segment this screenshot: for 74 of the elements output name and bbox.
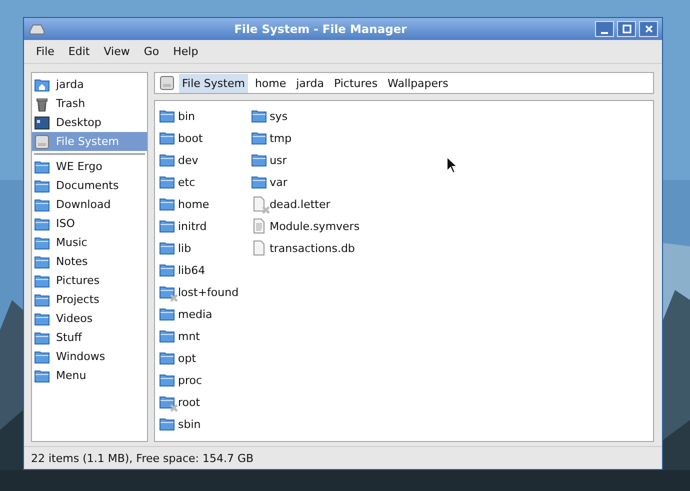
file-name[interactable]: opt <box>178 352 196 364</box>
folder-icon <box>34 178 50 194</box>
path-button[interactable]: File System <box>179 74 248 92</box>
sidebar-item[interactable]: Notes <box>32 252 147 271</box>
sidebar-item[interactable]: ISO <box>32 214 147 233</box>
file-name[interactable]: lost+found <box>178 286 239 298</box>
sidebar-item[interactable]: Pictures <box>32 271 147 290</box>
path-button[interactable]: Pictures <box>330 74 381 92</box>
close-button[interactable] <box>639 21 658 37</box>
file-name[interactable]: Module.symvers <box>270 220 360 232</box>
file-name[interactable]: etc <box>178 176 196 188</box>
file-name[interactable]: media <box>178 308 212 320</box>
folder-icon <box>34 254 50 270</box>
sidebar-item[interactable]: Desktop <box>32 113 147 132</box>
maximize-button[interactable] <box>617 21 636 37</box>
folder-icon <box>34 196 50 212</box>
file-name[interactable]: lib <box>178 242 192 254</box>
sidebar-item[interactable]: Download <box>32 195 147 214</box>
window-title: File System - File Manager <box>233 22 408 36</box>
file-name[interactable]: usr <box>270 154 287 166</box>
drive-icon <box>28 23 46 35</box>
maximize-icon <box>622 24 632 34</box>
file-name[interactable]: sys <box>270 110 288 122</box>
folder-icon <box>34 368 50 384</box>
file-name[interactable]: lib64 <box>178 264 206 276</box>
sidebar-item[interactable]: Menu <box>32 366 147 385</box>
home-folder-icon <box>34 76 50 92</box>
folder-icon <box>34 234 50 250</box>
folder-icon <box>34 158 50 174</box>
minimize-button[interactable] <box>595 21 614 37</box>
sidebar-item[interactable]: WE Ergo <box>32 157 147 176</box>
status-text: 22 items (1.1 MB), Free space: 154.7 GB <box>31 452 254 464</box>
menu-title[interactable]: File <box>29 45 62 58</box>
folder-icon <box>34 272 50 288</box>
file-name[interactable]: root <box>178 396 200 408</box>
mouse-cursor-icon <box>446 156 458 174</box>
folder-icon <box>34 292 50 308</box>
folder-icon <box>34 348 50 364</box>
path-button[interactable]: jarda <box>293 74 327 92</box>
minimize-icon <box>601 32 608 34</box>
sidebar-item[interactable]: Videos <box>32 309 147 328</box>
file-name[interactable]: mnt <box>178 330 200 342</box>
menu-title[interactable]: Go <box>136 45 166 58</box>
folder-icon <box>34 330 50 346</box>
menu-title[interactable]: Help <box>166 45 206 58</box>
sidebar-item[interactable]: Windows <box>32 347 147 366</box>
menu-title[interactable]: View <box>96 45 137 58</box>
trash-icon <box>34 96 50 112</box>
sidebar-item[interactable]: Music <box>32 233 147 252</box>
sidebar-item[interactable]: jarda <box>32 75 147 94</box>
file-name[interactable]: transactions.db <box>270 242 355 254</box>
menu-title[interactable]: Edit <box>61 45 97 58</box>
file-name[interactable]: tmp <box>270 132 292 144</box>
drive-icon <box>34 134 50 150</box>
file-name[interactable]: dead.letter <box>270 198 330 210</box>
file-name[interactable]: home <box>178 198 210 210</box>
sidebar-item[interactable]: Projects <box>32 290 147 309</box>
drive-icon <box>159 75 175 91</box>
file-name[interactable]: bin <box>178 110 196 122</box>
sidebar-item[interactable]: Trash <box>32 94 147 113</box>
file-name[interactable]: var <box>270 176 288 188</box>
close-icon <box>644 24 654 34</box>
file-name[interactable]: initrd <box>178 220 207 232</box>
file-name[interactable]: proc <box>178 374 202 386</box>
sidebar-item[interactable]: Stuff <box>32 328 147 347</box>
folder-icon <box>34 216 50 232</box>
file-name[interactable]: sbin <box>178 418 201 430</box>
file-name[interactable]: dev <box>178 154 198 166</box>
file-name[interactable]: boot <box>178 132 203 144</box>
folder-icon <box>34 310 50 326</box>
sidebar-item[interactable]: Documents <box>32 176 147 195</box>
path-button[interactable]: home <box>252 74 290 92</box>
desktop-icon <box>34 114 50 130</box>
path-button[interactable]: Wallpapers <box>384 74 452 92</box>
